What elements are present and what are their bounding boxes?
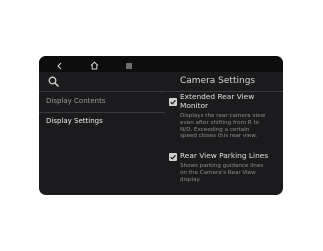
divider xyxy=(39,91,165,92)
back-button[interactable] xyxy=(53,56,67,72)
option-checkbox-rear-view-parking-lines[interactable] xyxy=(169,153,177,161)
option-desc-line: Displays the rear camera view xyxy=(180,113,266,119)
search-button[interactable] xyxy=(47,74,63,90)
menu-item-display-settings[interactable]: Display Settings xyxy=(46,117,103,125)
menu-button[interactable] xyxy=(122,56,136,72)
menu-icon xyxy=(125,56,133,74)
option-desc-line: speed closes this rear view. xyxy=(180,133,258,140)
option-desc-line: N/D. Exceeding a certain xyxy=(180,126,250,133)
top-navigation-bar xyxy=(39,56,283,72)
page-title: Camera Settings xyxy=(180,76,256,86)
option-desc-line: even after shifting from R to xyxy=(180,119,260,126)
option-title-extended-rear-view: Extended Rear View Monitor xyxy=(180,92,254,110)
option-desc-line: on the Camera's Rear View xyxy=(180,169,256,176)
option-desc-line: Shows parking guidance lines xyxy=(180,163,264,169)
option-desc-line: display. xyxy=(180,176,201,183)
option-description-rear-view-parking-lines: Shows parking guidance lines on the Came… xyxy=(180,163,263,183)
option-description-extended-rear-view: Displays the rear camera view even after… xyxy=(180,113,265,140)
home-button[interactable] xyxy=(87,56,101,72)
divider xyxy=(39,112,165,113)
checkmark-icon xyxy=(169,153,177,161)
option-checkbox-extended-rear-view[interactable] xyxy=(169,98,177,106)
option-title-line: Rear View Parking Lines xyxy=(180,151,269,160)
option-title-line: Monitor xyxy=(180,100,209,110)
home-icon xyxy=(90,56,99,74)
back-arrow-icon xyxy=(56,56,64,74)
option-title-rear-view-parking-lines: Rear View Parking Lines xyxy=(180,151,269,161)
infotainment-screen: Camera Settings Display Contents Display… xyxy=(39,56,283,195)
menu-item-display-contents[interactable]: Display Contents xyxy=(46,97,106,105)
checkmark-icon xyxy=(169,98,177,106)
